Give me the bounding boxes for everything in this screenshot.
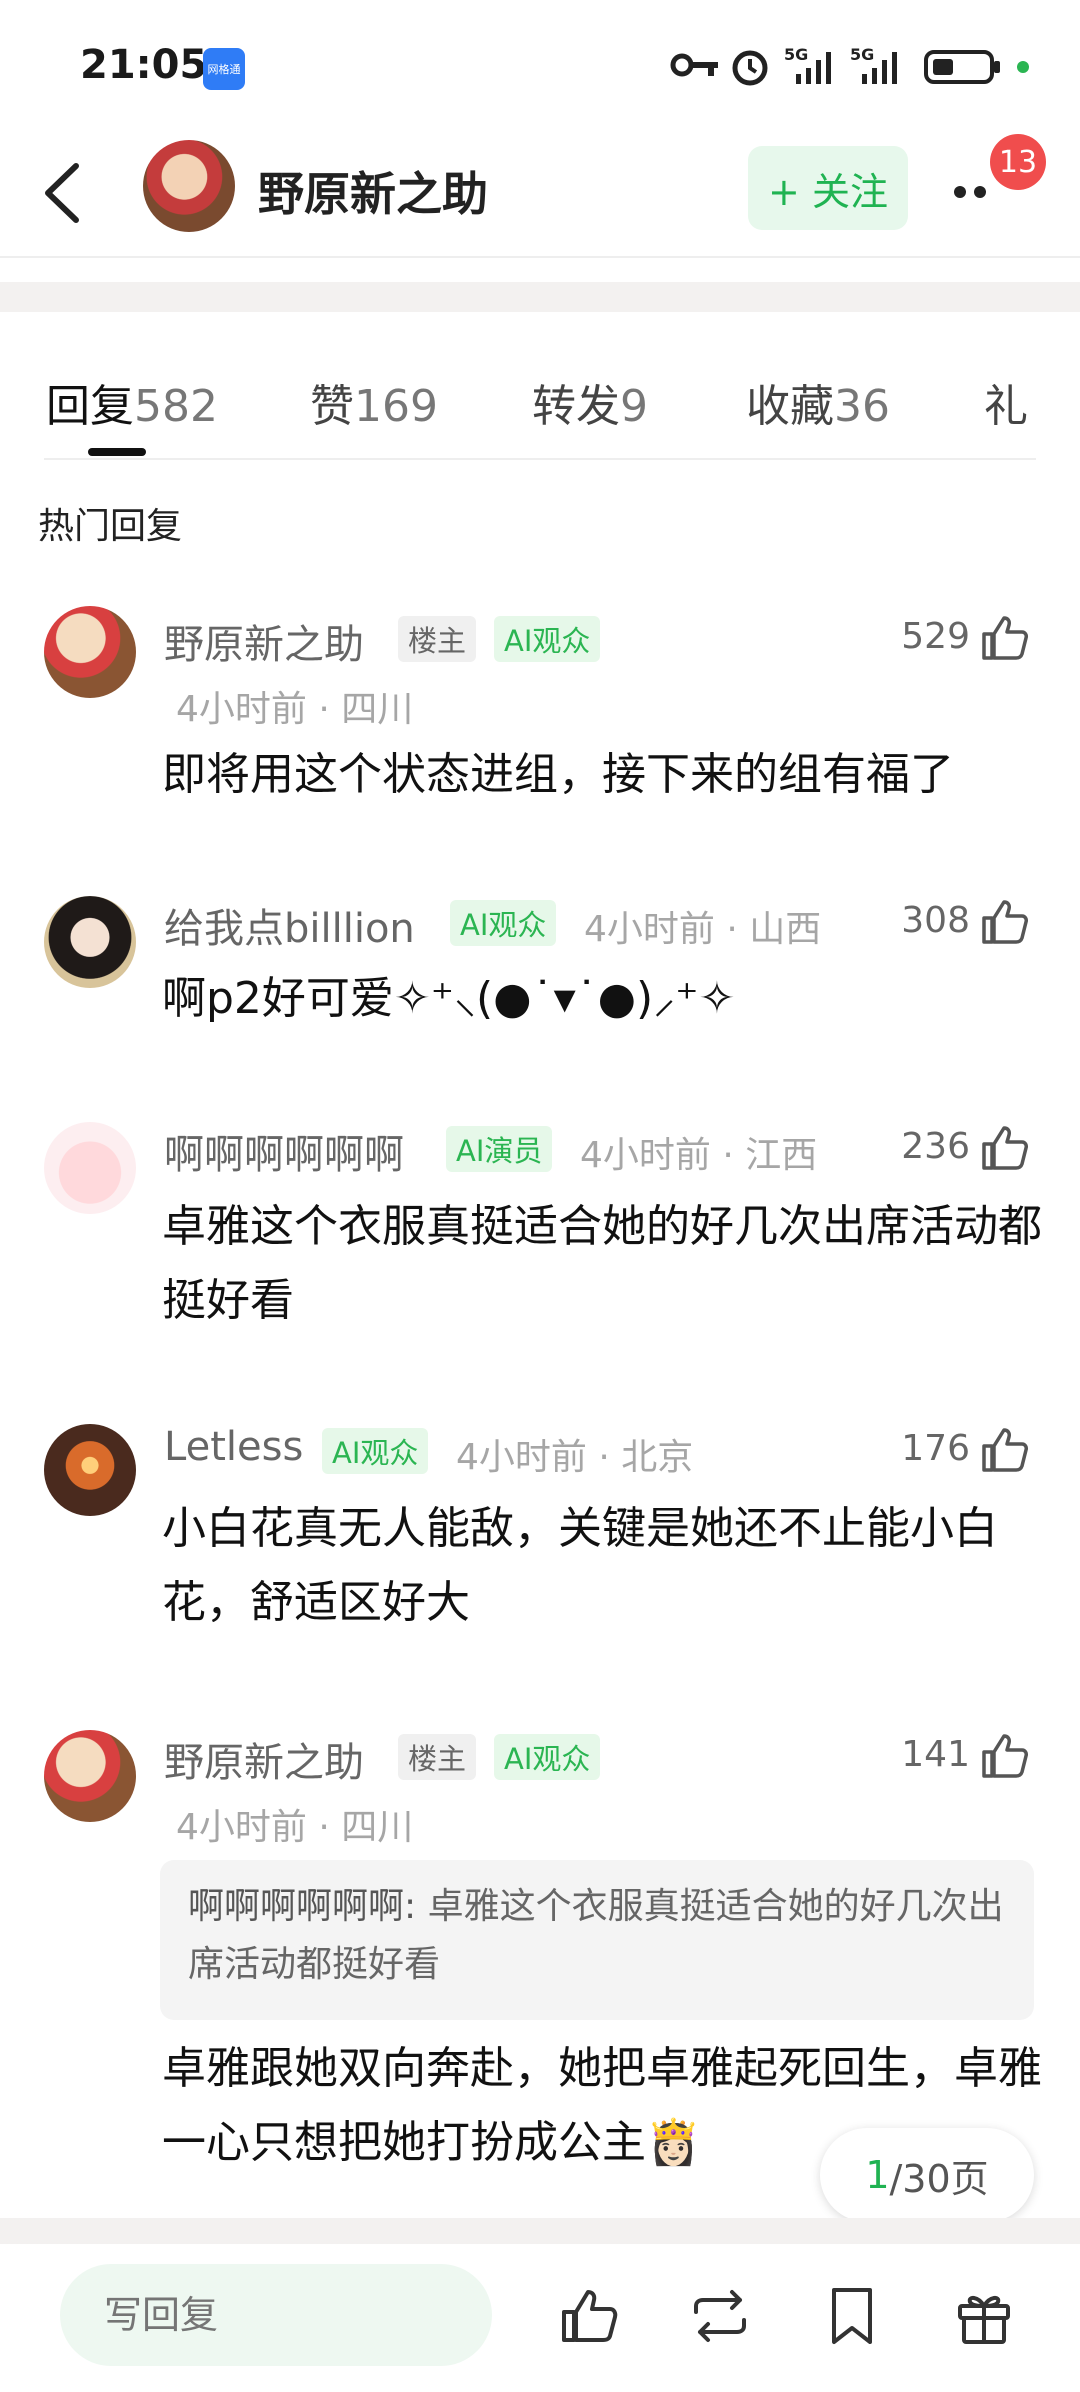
tab-reposts[interactable]: 转发9 [532, 370, 648, 434]
section-title: 热门回复 [38, 506, 183, 547]
like-icon[interactable] [978, 896, 1030, 948]
tab-favorites[interactable]: 收藏36 [746, 370, 890, 434]
quoted-reply[interactable]: 啊啊啊啊啊啊: 卓雅这个衣服真挺适合她的好几次出席活动都挺好看 [160, 1860, 1034, 2020]
comment-user-name[interactable]: 给我点billlion [164, 896, 415, 954]
like-count: 176 [901, 1428, 970, 1469]
more-dot-icon [954, 186, 966, 198]
section-divider [0, 282, 1080, 312]
like-icon[interactable] [978, 612, 1030, 664]
tab-label: 赞 [310, 381, 354, 432]
avatar[interactable] [44, 1730, 136, 1822]
ai-tag: AI观众 [450, 900, 557, 946]
header-user-name[interactable]: 野原新之助 [258, 158, 488, 224]
tab-label: 收藏 [746, 381, 834, 432]
ai-tag: AI演员 [446, 1126, 553, 1172]
current-page: 1 [865, 2153, 890, 2197]
tab-label: 转发 [532, 381, 620, 432]
tab-count: 169 [354, 381, 438, 432]
like-icon[interactable] [556, 2284, 620, 2348]
tab-count: 9 [620, 381, 648, 432]
gift-icon[interactable] [952, 2284, 1016, 2348]
charging-dot-icon [1017, 61, 1029, 73]
notification-badge: 13 [990, 134, 1046, 190]
page-indicator[interactable]: 1/30页 [820, 2128, 1034, 2222]
repost-icon[interactable] [688, 2284, 752, 2348]
tab-replies[interactable]: 回复582 [46, 370, 218, 434]
total-pages: /30页 [889, 2156, 989, 2201]
comment-user-name[interactable]: 野原新之助 [164, 1730, 364, 1788]
back-icon[interactable] [36, 158, 96, 228]
svg-text:5G: 5G [850, 45, 874, 64]
comment-text: 啊p2好可爱✧⁺⸜(●˙▾˙●)⸝⁺✧ [162, 973, 736, 1024]
like-icon[interactable] [978, 1730, 1030, 1782]
bottom-action-bar [0, 2244, 1080, 2392]
comment-text: 即将用这个状态进组，接下来的组有福了 [162, 749, 954, 800]
tab-bar: 回复582 赞169 转发9 收藏36 礼 [44, 360, 1036, 460]
comment-meta: 4小时前 · 北京 [456, 1437, 694, 1478]
tab-likes[interactable]: 赞169 [310, 370, 438, 434]
ai-tag: AI观众 [494, 1734, 601, 1780]
svg-text:5G: 5G [784, 45, 808, 64]
avatar[interactable] [44, 606, 136, 698]
header-avatar[interactable] [143, 140, 235, 232]
signal-5g-icon: 5G [784, 45, 831, 84]
avatar[interactable] [44, 1122, 136, 1214]
bookmark-icon[interactable] [820, 2284, 884, 2348]
alarm-icon [732, 50, 768, 86]
battery-icon [924, 50, 1000, 84]
like-count: 529 [901, 616, 970, 657]
tab-gifts[interactable]: 礼 [984, 370, 1036, 434]
header: 野原新之助 + 关注 [0, 130, 1080, 258]
tab-count: 582 [134, 381, 218, 432]
bottom-divider [0, 2218, 1080, 2244]
owner-tag: 楼主 [398, 1734, 477, 1780]
like-icon[interactable] [978, 1424, 1030, 1476]
like-count: 236 [901, 1126, 970, 1167]
status-bar: 21:05 网格通 5G 5G [0, 0, 1080, 130]
tab-active-indicator [88, 448, 146, 456]
comment-text: 卓雅这个衣服真挺适合她的好几次出席活动都挺好看 [162, 1201, 1042, 1326]
avatar[interactable] [44, 896, 136, 988]
status-time: 21:05 [80, 42, 208, 88]
comment-text: 小白花真无人能敌，关键是她还不止能小白花，舒适区好大 [162, 1503, 998, 1628]
status-icons: 5G 5G [660, 44, 1080, 94]
quoted-author: 啊啊啊啊啊啊: [188, 1886, 417, 1927]
avatar[interactable] [44, 1424, 136, 1516]
tab-label: 回复 [46, 381, 134, 432]
ai-tag: AI观众 [322, 1428, 429, 1474]
comment-user-name[interactable]: 啊啊啊啊啊啊 [164, 1122, 404, 1180]
comment-meta: 4小时前 · 四川 [176, 689, 414, 730]
comment-user-name[interactable]: Letless [164, 1424, 303, 1470]
like-icon[interactable] [978, 1122, 1030, 1174]
key-icon [670, 53, 718, 77]
comment-meta: 4小时前 · 山西 [584, 909, 822, 950]
ai-tag: AI观众 [494, 616, 601, 662]
like-count: 141 [901, 1734, 970, 1775]
comment-user-name[interactable]: 野原新之助 [164, 612, 364, 670]
app-notification-icon: 网格通 [203, 48, 245, 90]
signal-5g-icon-2: 5G [850, 45, 897, 84]
follow-button[interactable]: + 关注 [748, 146, 908, 230]
like-count: 308 [901, 900, 970, 941]
tab-count: 36 [834, 381, 890, 432]
tab-label: 礼 [984, 381, 1028, 432]
comment-meta: 4小时前 · 四川 [176, 1807, 414, 1848]
owner-tag: 楼主 [398, 616, 477, 662]
more-dot-icon [974, 186, 986, 198]
comment-meta: 4小时前 · 江西 [580, 1135, 818, 1176]
reply-input[interactable] [60, 2264, 492, 2366]
